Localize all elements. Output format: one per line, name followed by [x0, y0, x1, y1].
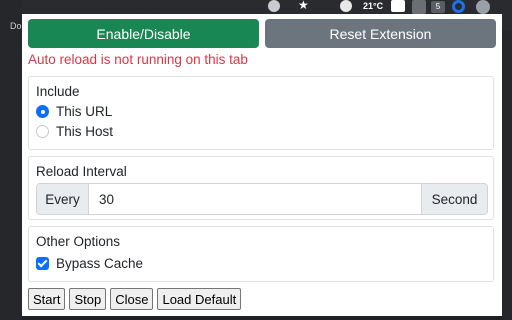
reset-extension-button[interactable]: Reset Extension	[265, 19, 496, 48]
interval-prefix: Every	[37, 184, 89, 214]
extension-icon[interactable]	[412, 0, 426, 14]
bypass-cache-option[interactable]: Bypass Cache	[36, 256, 143, 271]
action-button-row: Start Stop Close Load Default	[28, 288, 242, 310]
sync-icon[interactable]	[452, 0, 465, 13]
temperature-text: 21°C	[363, 1, 384, 11]
extension-badge[interactable]: 5	[431, 1, 445, 13]
weather-icon	[340, 0, 352, 12]
include-title: Include	[36, 84, 80, 99]
status-warning: Auto reload is not running on this tab	[28, 52, 248, 67]
stop-button[interactable]: Stop	[69, 288, 107, 310]
options-card: Other Options Bypass Cache	[28, 226, 494, 282]
start-button[interactable]: Start	[28, 288, 66, 310]
bypass-cache-label: Bypass Cache	[56, 256, 144, 271]
include-card: Include This URL This Host	[28, 76, 494, 150]
options-title: Other Options	[36, 234, 121, 249]
load-default-button[interactable]: Load Default	[157, 288, 242, 310]
checkbox-checked-icon[interactable]	[36, 257, 49, 270]
top-button-row: Enable/Disable Reset Extension	[28, 19, 496, 48]
extension-popup: Enable/Disable Reset Extension Auto relo…	[22, 14, 502, 316]
radio-this-host[interactable]: This Host	[36, 124, 113, 139]
interval-input[interactable]	[89, 184, 421, 214]
enable-disable-button[interactable]: Enable/Disable	[28, 19, 259, 48]
radio-unchecked-icon[interactable]	[36, 125, 49, 138]
radio-label: This URL	[56, 104, 113, 119]
radio-this-url[interactable]: This URL	[36, 104, 112, 119]
bookmark-star-icon[interactable]: ★	[298, 0, 309, 12]
radio-checked-icon[interactable]	[36, 105, 49, 118]
extension-icon[interactable]	[391, 0, 405, 12]
browser-left-strip: Do	[0, 0, 22, 320]
profile-avatar-icon[interactable]	[476, 0, 490, 14]
interval-title: Reload Interval	[36, 164, 127, 179]
close-button[interactable]: Close	[110, 288, 154, 310]
interval-input-group: Every Second	[36, 183, 488, 215]
interval-unit: Second	[421, 184, 487, 214]
extension-gear-icon[interactable]	[268, 0, 280, 12]
browser-right-strip	[502, 30, 512, 320]
tab-title-fragment: Do	[10, 21, 22, 31]
interval-card: Reload Interval Every Second	[28, 156, 494, 220]
radio-label: This Host	[56, 124, 114, 139]
